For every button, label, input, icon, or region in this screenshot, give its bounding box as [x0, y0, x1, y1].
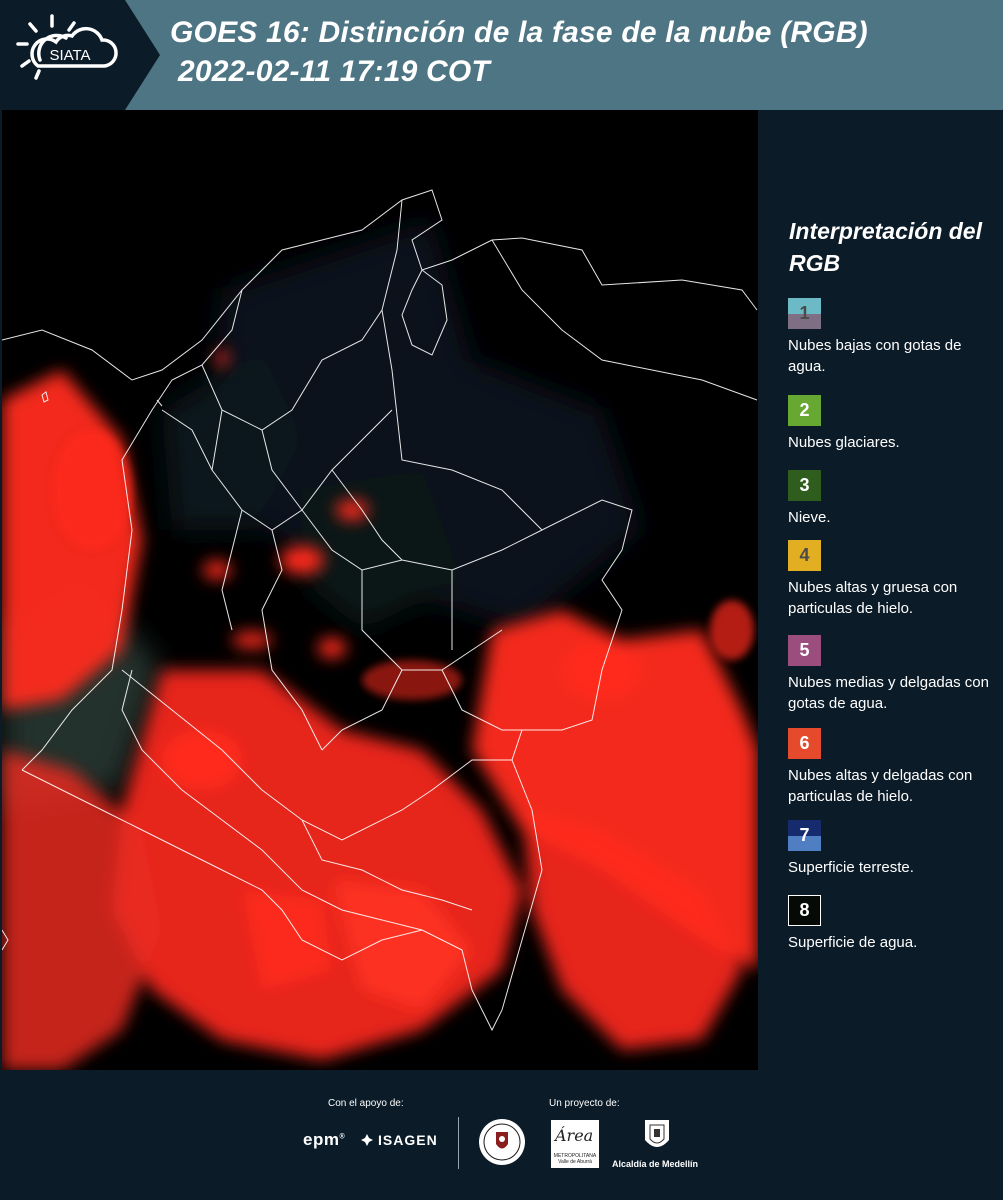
legend-item-5: 5 Nubes medias y delgadas con gotas de a… — [788, 635, 1000, 714]
siata-logo: SIATA — [0, 0, 160, 110]
legend-item-1: 1 Nubes bajas con gotas de agua. — [788, 298, 1000, 377]
legend-swatch-6: 6 — [788, 728, 821, 759]
legend-label-7: Superficie terreste. — [788, 859, 914, 876]
area-metropolitana-logo: Área METROPOLITANA Valle de Aburrá — [551, 1120, 599, 1168]
legend-number-4: 4 — [799, 545, 810, 565]
metro-logo-subtitle: METROPOLITANA Valle de Aburrá — [553, 1153, 597, 1165]
support-label: Con el apoyo de: — [328, 1098, 404, 1109]
legend-swatch-2: 2 — [788, 395, 821, 426]
legend-number-1: 1 — [799, 303, 810, 323]
map-canvas — [2, 189, 758, 1070]
epm-logo: epm® — [303, 1130, 346, 1149]
legend-item-6: 6 Nubes altas y delgadas con particulas … — [788, 728, 1000, 807]
footer-divider — [458, 1117, 459, 1169]
legend-swatch-7: 7 — [788, 820, 821, 851]
legend-number-5: 5 — [799, 640, 810, 660]
footer-sponsors: Con el apoyo de: Un proyecto de: epm® IS… — [0, 1070, 1003, 1200]
legend-number-6: 6 — [799, 733, 810, 753]
legend-label-8: Superficie de agua. — [788, 934, 918, 951]
medellin-label: Alcaldía de Medellín — [612, 1159, 699, 1169]
legend-label-1: Nubes bajas con gotas de agua. — [788, 337, 962, 375]
isagen-logo: ISAGEN — [360, 1132, 438, 1148]
legend-label-3: Nieve. — [788, 509, 831, 526]
metro-logo-script: Área — [555, 1126, 594, 1145]
epm-logo-text: epm — [303, 1130, 340, 1149]
legend-item-2: 2 Nubes glaciares. — [788, 395, 1000, 453]
sun-cloud-icon: SIATA — [16, 14, 118, 80]
header-bar: SIATA GOES 16: Distinción de la fase de … — [0, 0, 1003, 110]
medellin-shield-icon — [645, 1120, 669, 1147]
legend-swatch-4: 4 — [788, 540, 821, 571]
legend-number-7: 7 — [799, 825, 810, 845]
page-title: GOES 16: Distinción de la fase de la nub… — [170, 16, 868, 49]
legend-number-3: 3 — [799, 475, 810, 495]
rgb-legend: Interpretación del RGB 1 Nubes bajas con… — [760, 110, 1003, 1070]
isagen-logo-text: ISAGEN — [378, 1132, 438, 1148]
project-label: Un proyecto de: — [549, 1098, 620, 1109]
legend-title: Interpretación del RGB — [789, 218, 982, 276]
legend-swatch-1: 1 — [788, 298, 821, 329]
legend-label-4: Nubes altas y gruesa con particulas de h… — [788, 579, 958, 617]
university-seal-icon — [479, 1119, 525, 1165]
svg-text:SIATA: SIATA — [49, 47, 90, 64]
satellite-rgb-map — [2, 110, 758, 1070]
legend-swatch-8: 8 — [788, 895, 821, 926]
legend-item-4: 4 Nubes altas y gruesa con particulas de… — [788, 540, 1000, 619]
timestamp-title: 2022-02-11 17:19 COT — [178, 55, 490, 88]
legend-label-6: Nubes altas y delgadas con particulas de… — [788, 767, 973, 805]
legend-swatch-5: 5 — [788, 635, 821, 666]
legend-label-2: Nubes glaciares. — [788, 434, 900, 451]
legend-item-8: 8 Superficie de agua. — [788, 895, 1000, 953]
legend-label-5: Nubes medias y delgadas con gotas de agu… — [788, 674, 989, 712]
isagen-mark-icon — [361, 1134, 373, 1146]
legend-item-3: 3 Nieve. — [788, 470, 1000, 528]
legend-number-2: 2 — [799, 400, 810, 420]
legend-swatch-3: 3 — [788, 470, 821, 501]
legend-item-7: 7 Superficie terreste. — [788, 820, 1000, 878]
legend-number-8: 8 — [799, 900, 810, 920]
